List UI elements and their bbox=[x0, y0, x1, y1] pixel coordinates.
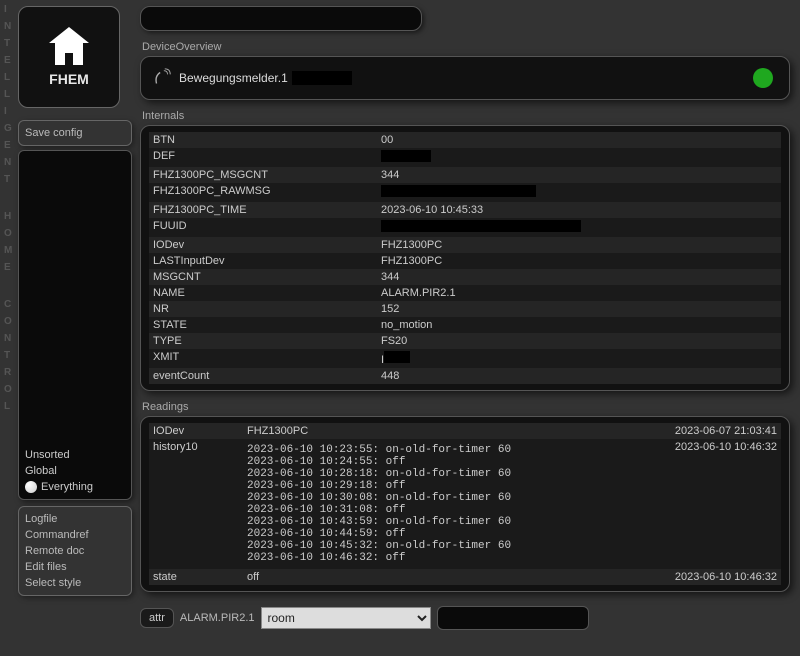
internals-key: eventCount bbox=[149, 368, 377, 384]
table-row: FHZ1300PC_TIME2023-06-10 10:45:33 bbox=[149, 202, 781, 218]
table-row: FHZ1300PC_MSGCNT344 bbox=[149, 167, 781, 183]
device-name-link[interactable]: Bewegungsmelder.1 bbox=[179, 71, 288, 85]
side-vertical-label: INTELLIGENTHOMECONTROL bbox=[0, 4, 14, 418]
internals-value: FS20 bbox=[377, 333, 781, 349]
command-input[interactable] bbox=[140, 6, 422, 31]
attr-row: attr ALARM.PIR2.1 room bbox=[140, 606, 790, 630]
logo[interactable]: FHEM bbox=[18, 6, 120, 108]
internals-key: FHZ1300PC_MSGCNT bbox=[149, 167, 377, 183]
internals-key: FHZ1300PC_TIME bbox=[149, 202, 377, 218]
table-row: TYPEFS20 bbox=[149, 333, 781, 349]
internals-panel: BTN00DEFFHZ1300PC_MSGCNT344FHZ1300PC_RAW… bbox=[140, 125, 790, 391]
internals-key: FUUID bbox=[149, 218, 377, 237]
readings-timestamp: 2023-06-07 21:03:41 bbox=[633, 423, 781, 439]
internals-value bbox=[377, 183, 781, 202]
readings-key: history10 bbox=[149, 439, 243, 569]
readings-timestamp: 2023-06-10 10:46:32 bbox=[633, 569, 781, 585]
link-edit-files[interactable]: Edit files bbox=[25, 559, 125, 575]
table-row: LASTInputDevFHZ1300PC bbox=[149, 253, 781, 269]
readings-title: Readings bbox=[142, 401, 790, 413]
internals-key: XMIT bbox=[149, 349, 377, 368]
internals-value: 448 bbox=[377, 368, 781, 384]
motion-sensor-icon bbox=[151, 67, 173, 89]
internals-value: I bbox=[377, 349, 781, 368]
internals-key: FHZ1300PC_RAWMSG bbox=[149, 183, 377, 202]
table-row: STATEno_motion bbox=[149, 317, 781, 333]
readings-key: IODev bbox=[149, 423, 243, 439]
device-overview-title: DeviceOverview bbox=[142, 41, 790, 53]
internals-value bbox=[377, 218, 781, 237]
readings-key: state bbox=[149, 569, 243, 585]
save-config-link[interactable]: Save config bbox=[25, 125, 125, 141]
device-name-redacted bbox=[292, 71, 352, 85]
internals-value bbox=[377, 148, 781, 167]
table-row: IODevFHZ1300PC bbox=[149, 237, 781, 253]
readings-panel: IODevFHZ1300PC2023-06-07 21:03:41history… bbox=[140, 416, 790, 592]
attr-value-input[interactable] bbox=[437, 606, 589, 630]
table-row: stateoff2023-06-10 10:46:32 bbox=[149, 569, 781, 585]
internals-value: 344 bbox=[377, 167, 781, 183]
device-overview-panel: Bewegungsmelder.1 bbox=[140, 56, 790, 100]
table-row: FUUID bbox=[149, 218, 781, 237]
internals-key: LASTInputDev bbox=[149, 253, 377, 269]
table-row: FHZ1300PC_RAWMSG bbox=[149, 183, 781, 202]
internals-value: 152 bbox=[377, 301, 781, 317]
attr-device-name: ALARM.PIR2.1 bbox=[180, 612, 255, 624]
internals-value: 2023-06-10 10:45:33 bbox=[377, 202, 781, 218]
globe-icon bbox=[25, 481, 37, 493]
link-box: LogfileCommandrefRemote docEdit filesSel… bbox=[18, 506, 132, 596]
sidebar-item-global[interactable]: Global bbox=[25, 463, 125, 479]
table-row: DEF bbox=[149, 148, 781, 167]
table-row: history102023-06-10 10:23:55: on-old-for… bbox=[149, 439, 781, 569]
link-remote-doc[interactable]: Remote doc bbox=[25, 543, 125, 559]
internals-key: DEF bbox=[149, 148, 377, 167]
readings-table: IODevFHZ1300PC2023-06-07 21:03:41history… bbox=[149, 423, 781, 585]
internals-value: 00 bbox=[377, 132, 781, 148]
attr-select[interactable]: room bbox=[261, 607, 431, 629]
attr-button[interactable]: attr bbox=[140, 608, 174, 628]
readings-value: off bbox=[243, 569, 633, 585]
internals-key: BTN bbox=[149, 132, 377, 148]
house-icon bbox=[49, 27, 89, 67]
sidebar-item-everything[interactable]: Everything bbox=[25, 479, 125, 495]
table-row: NAMEALARM.PIR2.1 bbox=[149, 285, 781, 301]
room-list: UnsortedGlobalEverything bbox=[18, 150, 132, 500]
logo-text: FHEM bbox=[49, 71, 89, 87]
link-select-style[interactable]: Select style bbox=[25, 575, 125, 591]
internals-key: IODev bbox=[149, 237, 377, 253]
link-logfile[interactable]: Logfile bbox=[25, 511, 125, 527]
internals-value: FHZ1300PC bbox=[377, 253, 781, 269]
link-commandref[interactable]: Commandref bbox=[25, 527, 125, 543]
table-row: BTN00 bbox=[149, 132, 781, 148]
internals-value: FHZ1300PC bbox=[377, 237, 781, 253]
table-row: XMITI bbox=[149, 349, 781, 368]
internals-table: BTN00DEFFHZ1300PC_MSGCNT344FHZ1300PC_RAW… bbox=[149, 132, 781, 384]
readings-value: 2023-06-10 10:23:55: on-old-for-timer 60… bbox=[243, 439, 633, 569]
internals-title: Internals bbox=[142, 110, 790, 122]
table-row: NR152 bbox=[149, 301, 781, 317]
table-row: MSGCNT344 bbox=[149, 269, 781, 285]
table-row: IODevFHZ1300PC2023-06-07 21:03:41 bbox=[149, 423, 781, 439]
sidebar-item-unsorted[interactable]: Unsorted bbox=[25, 447, 125, 463]
internals-key: MSGCNT bbox=[149, 269, 377, 285]
readings-value: FHZ1300PC bbox=[243, 423, 633, 439]
internals-key: TYPE bbox=[149, 333, 377, 349]
internals-key: STATE bbox=[149, 317, 377, 333]
internals-key: NR bbox=[149, 301, 377, 317]
state-indicator-icon bbox=[753, 68, 773, 88]
internals-value: ALARM.PIR2.1 bbox=[377, 285, 781, 301]
readings-timestamp: 2023-06-10 10:46:32 bbox=[633, 439, 781, 569]
internals-key: NAME bbox=[149, 285, 377, 301]
internals-value: no_motion bbox=[377, 317, 781, 333]
save-config-box: Save config bbox=[18, 120, 132, 146]
internals-value: 344 bbox=[377, 269, 781, 285]
table-row: eventCount448 bbox=[149, 368, 781, 384]
